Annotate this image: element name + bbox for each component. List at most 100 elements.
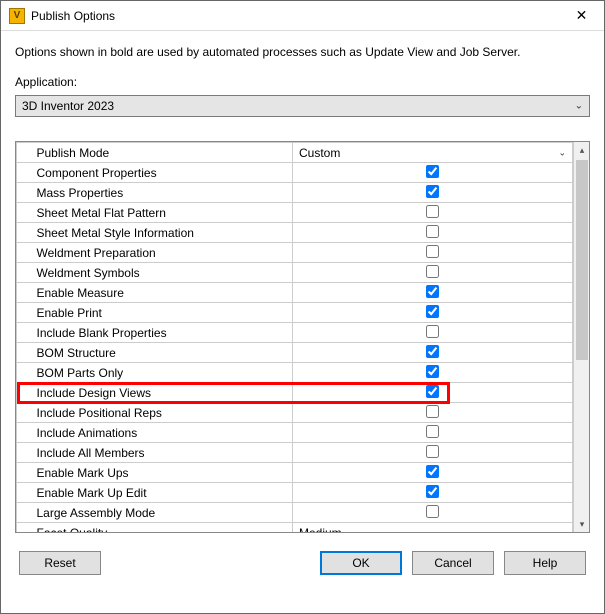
option-row: Enable Mark Up Edit	[17, 483, 573, 503]
option-row: Facet Quality Medium ⌄	[17, 523, 573, 533]
window-title: Publish Options	[31, 9, 559, 23]
option-label: Large Assembly Mode	[31, 503, 293, 523]
option-label: Include Positional Reps	[31, 403, 293, 423]
row-indent	[17, 363, 31, 383]
help-button[interactable]: Help	[504, 551, 586, 575]
option-checkbox[interactable]	[426, 165, 439, 178]
chevron-down-icon: ⌄	[558, 527, 566, 532]
option-row: Sheet Metal Flat Pattern	[17, 203, 573, 223]
option-dropdown-value: Medium	[299, 526, 342, 533]
option-value-cell: Medium ⌄	[293, 523, 573, 533]
option-value-cell: Custom⌄	[293, 143, 573, 163]
option-checkbox[interactable]	[426, 245, 439, 258]
option-label: BOM Parts Only	[31, 363, 293, 383]
row-indent	[17, 283, 31, 303]
option-value-cell	[293, 423, 573, 443]
option-checkbox[interactable]	[426, 385, 439, 398]
row-indent	[17, 343, 31, 363]
option-row: Mass Properties	[17, 183, 573, 203]
option-row: Include Positional Reps	[17, 403, 573, 423]
row-indent	[17, 483, 31, 503]
option-checkbox[interactable]	[426, 325, 439, 338]
option-checkbox[interactable]	[426, 365, 439, 378]
option-dropdown-value: Custom	[299, 146, 340, 160]
option-checkbox[interactable]	[426, 285, 439, 298]
option-label: Facet Quality	[31, 523, 293, 533]
row-indent	[17, 463, 31, 483]
option-label: Sheet Metal Flat Pattern	[31, 203, 293, 223]
ok-button[interactable]: OK	[320, 551, 402, 575]
option-checkbox[interactable]	[426, 505, 439, 518]
option-label: Mass Properties	[31, 183, 293, 203]
option-checkbox[interactable]	[426, 425, 439, 438]
option-label: Component Properties	[31, 163, 293, 183]
option-checkbox[interactable]	[426, 405, 439, 418]
option-value-cell	[293, 163, 573, 183]
app-icon: V	[9, 8, 25, 24]
option-label: Include Blank Properties	[31, 323, 293, 343]
option-checkbox[interactable]	[426, 265, 439, 278]
row-indent	[17, 203, 31, 223]
titlebar: V Publish Options ✕	[1, 1, 604, 31]
row-indent	[17, 163, 31, 183]
option-checkbox[interactable]	[426, 445, 439, 458]
option-value-cell	[293, 283, 573, 303]
option-label: Enable Mark Ups	[31, 463, 293, 483]
option-label: Sheet Metal Style Information	[31, 223, 293, 243]
option-checkbox[interactable]	[426, 465, 439, 478]
close-button[interactable]: ✕	[559, 1, 604, 31]
option-value-cell	[293, 483, 573, 503]
application-label: Application:	[15, 75, 590, 89]
row-indent	[17, 323, 31, 343]
option-row: BOM Parts Only	[17, 363, 573, 383]
option-dropdown[interactable]: Medium ⌄	[297, 523, 568, 532]
options-grid: Publish ModeCustom⌄Component PropertiesM…	[15, 141, 590, 533]
option-row: Weldment Symbols	[17, 263, 573, 283]
option-row: Enable Print	[17, 303, 573, 323]
option-label: Weldment Preparation	[31, 243, 293, 263]
scroll-thumb[interactable]	[576, 160, 588, 360]
option-label: BOM Structure	[31, 343, 293, 363]
option-checkbox[interactable]	[426, 305, 439, 318]
option-value-cell	[293, 343, 573, 363]
option-row: Sheet Metal Style Information	[17, 223, 573, 243]
option-dropdown[interactable]: Custom⌄	[297, 143, 568, 162]
application-value: 3D Inventor 2023	[22, 99, 114, 113]
scroll-up-arrow[interactable]: ▴	[574, 142, 590, 158]
row-indent	[17, 223, 31, 243]
description-text: Options shown in bold are used by automa…	[15, 45, 590, 59]
option-row: Include Animations	[17, 423, 573, 443]
option-value-cell	[293, 303, 573, 323]
option-value-cell	[293, 363, 573, 383]
option-label: Include All Members	[31, 443, 293, 463]
scroll-down-arrow[interactable]: ▾	[574, 516, 590, 532]
option-label: Enable Print	[31, 303, 293, 323]
row-indent	[17, 183, 31, 203]
option-value-cell	[293, 383, 573, 403]
row-indent	[17, 243, 31, 263]
option-value-cell	[293, 203, 573, 223]
row-indent	[17, 383, 31, 403]
option-value-cell	[293, 463, 573, 483]
cancel-button[interactable]: Cancel	[412, 551, 494, 575]
close-icon: ✕	[576, 7, 588, 24]
option-row: BOM Structure	[17, 343, 573, 363]
option-row: Component Properties	[17, 163, 573, 183]
option-row: Publish ModeCustom⌄	[17, 143, 573, 163]
application-dropdown[interactable]: 3D Inventor 2023 ⌄	[15, 95, 590, 117]
option-checkbox[interactable]	[426, 225, 439, 238]
option-row: Include All Members	[17, 443, 573, 463]
reset-button[interactable]: Reset	[19, 551, 101, 575]
option-checkbox[interactable]	[426, 205, 439, 218]
option-checkbox[interactable]	[426, 485, 439, 498]
chevron-down-icon: ⌄	[575, 101, 583, 112]
option-value-cell	[293, 323, 573, 343]
option-label: Publish Mode	[31, 143, 293, 163]
option-label: Include Animations	[31, 423, 293, 443]
vertical-scrollbar[interactable]: ▴ ▾	[573, 142, 589, 532]
option-checkbox[interactable]	[426, 185, 439, 198]
dialog-content: Options shown in bold are used by automa…	[1, 31, 604, 541]
option-label: Weldment Symbols	[31, 263, 293, 283]
option-checkbox[interactable]	[426, 345, 439, 358]
dialog-footer: Reset OK Cancel Help	[1, 541, 604, 575]
